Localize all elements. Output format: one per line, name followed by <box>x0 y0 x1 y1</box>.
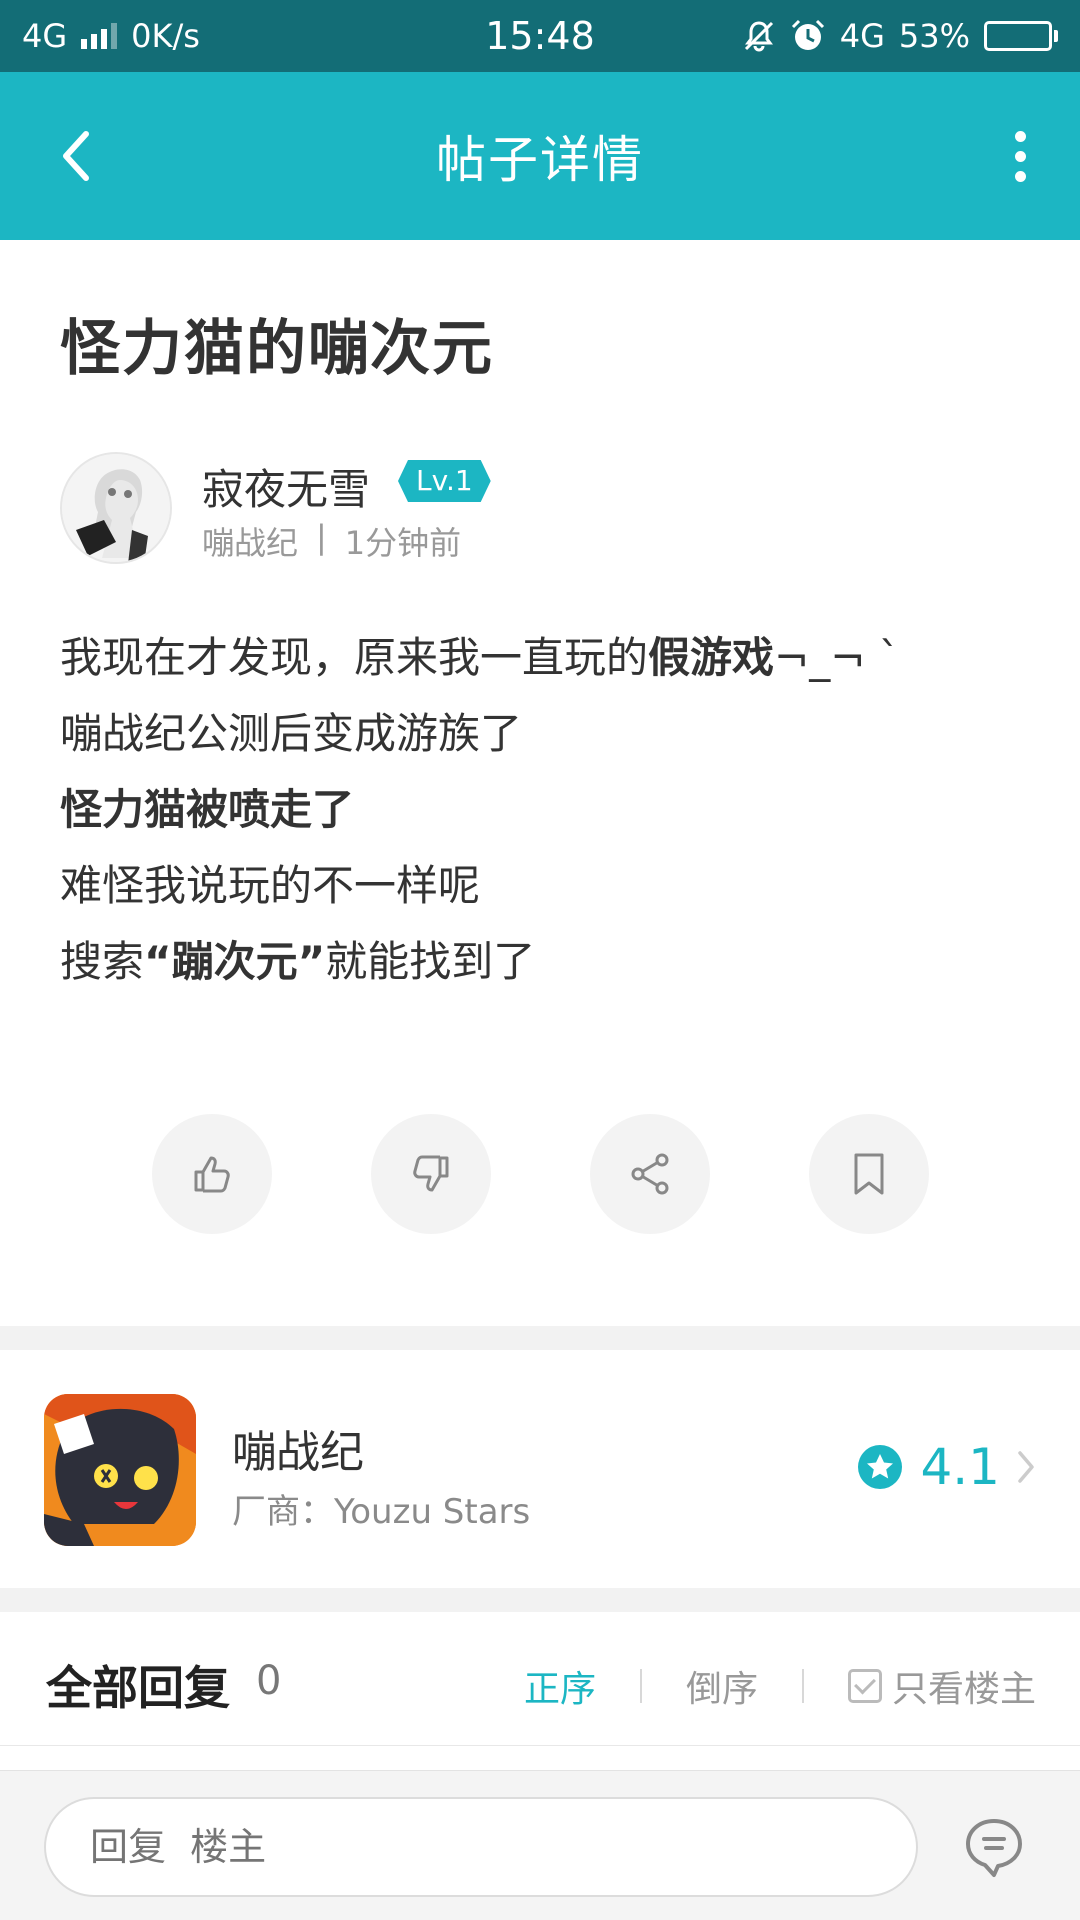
status-bar: 4G 0K/s 15:48 4G 53% <box>0 0 1080 72</box>
post-title: 怪力猫的嘣次元 <box>60 314 494 384</box>
author-name[interactable]: 寂夜无雪 <box>202 456 370 517</box>
battery-percent: 53% <box>898 17 970 55</box>
author-meta: 嘣战纪 | 1分钟前 <box>202 518 461 564</box>
bookmark-icon <box>854 1153 884 1195</box>
sort-controls: 正序 倒序 只看楼主 <box>524 1660 1036 1712</box>
reply-input[interactable] <box>44 1797 918 1897</box>
game-name: 嘣战纪 <box>232 1427 364 1478</box>
share-icon <box>631 1153 669 1195</box>
post-line: 嘣战纪公测后变成游族了 <box>60 709 523 758</box>
post-body: 我现在才发现，原来我一直玩的假游戏¬_¬ ` 嘣战纪公测后变成游族了 怪力猫被喷… <box>60 620 1020 1000</box>
replies-count: 0 <box>256 1658 282 1704</box>
app-bar: 帖子详情 <box>0 72 1080 240</box>
comment-bubble-icon <box>966 1819 1022 1877</box>
game-card[interactable]: 嘣战纪 厂商：Youzu Stars 4.1 <box>0 1350 1080 1588</box>
status-left: 4G 0K/s <box>22 17 200 55</box>
battery-icon <box>984 21 1058 51</box>
dislike-button[interactable] <box>371 1114 491 1234</box>
network-type: 4G <box>22 17 68 55</box>
chevron-right-icon <box>1018 1451 1034 1483</box>
game-vendor: 厂商：Youzu Stars <box>232 1492 531 1532</box>
post-line: 搜索“蹦次元”就能找到了 <box>60 937 536 986</box>
thumbs-up-icon <box>194 1156 230 1193</box>
star-icon <box>858 1445 903 1489</box>
status-right: 4G 53% <box>742 17 1058 55</box>
page-title: 帖子详情 <box>436 131 644 189</box>
author-row: 寂夜无雪 Lv.1 嘣战纪 | 1分钟前 <box>60 452 960 564</box>
post-time: 1分钟前 <box>344 524 462 562</box>
game-rating[interactable]: 4.1 <box>856 1438 1036 1496</box>
rating-score: 4.1 <box>920 1438 1000 1496</box>
post-line: 我现在才发现，原来我一直玩的假游戏¬_¬ ` <box>60 633 900 682</box>
more-vertical-icon[interactable] <box>990 120 1050 192</box>
post-line: 难怪我说玩的不一样呢 <box>60 861 481 910</box>
sort-desc-button[interactable]: 倒序 <box>686 1660 758 1712</box>
meta-separator: | <box>316 518 327 556</box>
post-line: 怪力猫被喷走了 <box>60 785 355 834</box>
thumbs-down-icon <box>413 1155 449 1192</box>
network-speed: 0K/s <box>131 17 200 55</box>
sort-separator <box>801 1669 804 1703</box>
network-type-2: 4G <box>839 17 885 55</box>
reply-bar <box>0 1770 1080 1920</box>
replies-title: 全部回复 <box>46 1661 230 1715</box>
level-badge: Lv.1 <box>398 460 491 502</box>
section-divider <box>0 1588 1080 1612</box>
bookmark-button[interactable] <box>809 1114 929 1234</box>
share-button[interactable] <box>590 1114 710 1234</box>
signal-icon <box>81 23 118 49</box>
only-op-checkbox[interactable] <box>847 1669 882 1703</box>
game-icon <box>44 1394 196 1546</box>
only-op-label[interactable]: 只看楼主 <box>892 1660 1036 1712</box>
alarm-icon <box>791 19 824 50</box>
notifications-off-icon <box>744 21 773 52</box>
comment-button[interactable] <box>962 1815 1026 1879</box>
sort-separator <box>639 1669 642 1703</box>
post-source[interactable]: 嘣战纪 <box>202 518 298 564</box>
sort-asc-button[interactable]: 正序 <box>524 1660 596 1712</box>
replies-header: 全部回复 0 正序 倒序 只看楼主 <box>0 1612 1080 1746</box>
avatar[interactable] <box>60 452 172 564</box>
post-actions <box>0 1114 1080 1238</box>
like-button[interactable] <box>152 1114 272 1234</box>
section-divider <box>0 1326 1080 1350</box>
